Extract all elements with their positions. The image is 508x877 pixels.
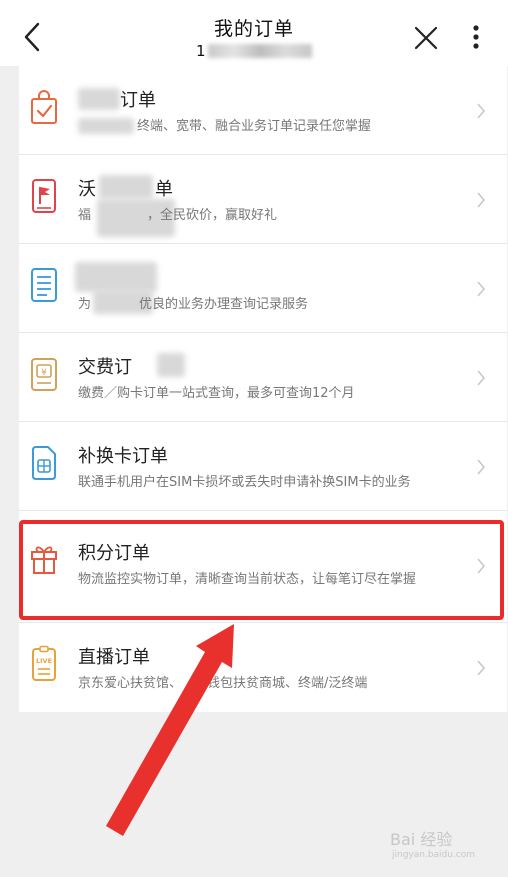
page-subtitle: 1: [196, 42, 206, 60]
order-desc-suffix: ，全民砍价，赢取好礼: [147, 208, 278, 223]
svg-text:¥: ¥: [41, 368, 47, 378]
chevron-right-icon: [477, 660, 486, 676]
subtitle-redaction: [208, 44, 312, 58]
svg-text:LIVE: LIVE: [36, 657, 52, 665]
order-item[interactable]: 订单 终端、宽带、融合业务订单记录任您掌握: [19, 66, 507, 155]
redaction: [75, 262, 157, 292]
chevron-right-icon: [477, 192, 486, 208]
order-item[interactable]: 补换卡订单 联通手机用户在SIM卡损坏或丢失时申请补换SIM卡的业务: [19, 422, 507, 511]
payment-bag-icon: ¥: [31, 358, 57, 391]
highlight-box: [19, 520, 504, 620]
order-desc: 京东爱心扶贫馆、: [78, 676, 183, 691]
more-options-icon[interactable]: [464, 20, 488, 54]
order-desc: 联通手机用户在SIM卡损坏或丢失时申请补换SIM卡的业务: [78, 475, 411, 490]
chevron-right-icon: [477, 459, 486, 475]
header: 我的订单 1: [0, 0, 508, 66]
order-item[interactable]: LIVE 直播订单 京东爱心扶贫馆、 钱包扶贫商城、终端/泛终端: [19, 623, 507, 712]
order-desc-suffix: 钱包扶贫商城、终端/泛终端: [207, 676, 368, 691]
order-item[interactable]: 沃 单 福 ，全民砍价，赢取好礼: [19, 155, 507, 244]
order-name: 直播订单: [78, 647, 150, 668]
live-icon: LIVE: [32, 645, 56, 681]
order-desc: 缴费／购卡订单一站式查询，最多可查询12个月: [78, 386, 355, 401]
flag-icon: [32, 179, 56, 213]
order-name: 订单: [120, 90, 156, 111]
redaction: [157, 353, 185, 377]
watermark: Bai 经验: [390, 830, 453, 849]
order-name: 交费订: [78, 357, 132, 378]
shopping-bag-icon: [31, 90, 57, 124]
redaction: [99, 175, 153, 199]
redaction: [78, 88, 120, 110]
chevron-right-icon: [477, 103, 486, 119]
chevron-right-icon: [477, 281, 486, 297]
redaction: [78, 118, 134, 134]
order-item[interactable]: 为 优良的业务办理查询记录服务: [19, 244, 507, 333]
close-icon[interactable]: [410, 22, 442, 54]
order-name: 补换卡订单: [78, 446, 168, 467]
order-name: 沃: [78, 179, 96, 200]
watermark-sub: jingyan.baidu.com: [392, 850, 476, 860]
document-list-icon: [31, 268, 57, 302]
order-desc: 终端、宽带、融合业务订单记录任您掌握: [137, 119, 372, 134]
chevron-right-icon: [477, 370, 486, 386]
sim-card-icon: [32, 446, 56, 480]
order-name-suffix: 单: [155, 179, 173, 200]
order-item[interactable]: ¥ 交费订 缴费／购卡订单一站式查询，最多可查询12个月: [19, 333, 507, 422]
order-desc-suffix: 优良的业务办理查询记录服务: [139, 297, 309, 312]
